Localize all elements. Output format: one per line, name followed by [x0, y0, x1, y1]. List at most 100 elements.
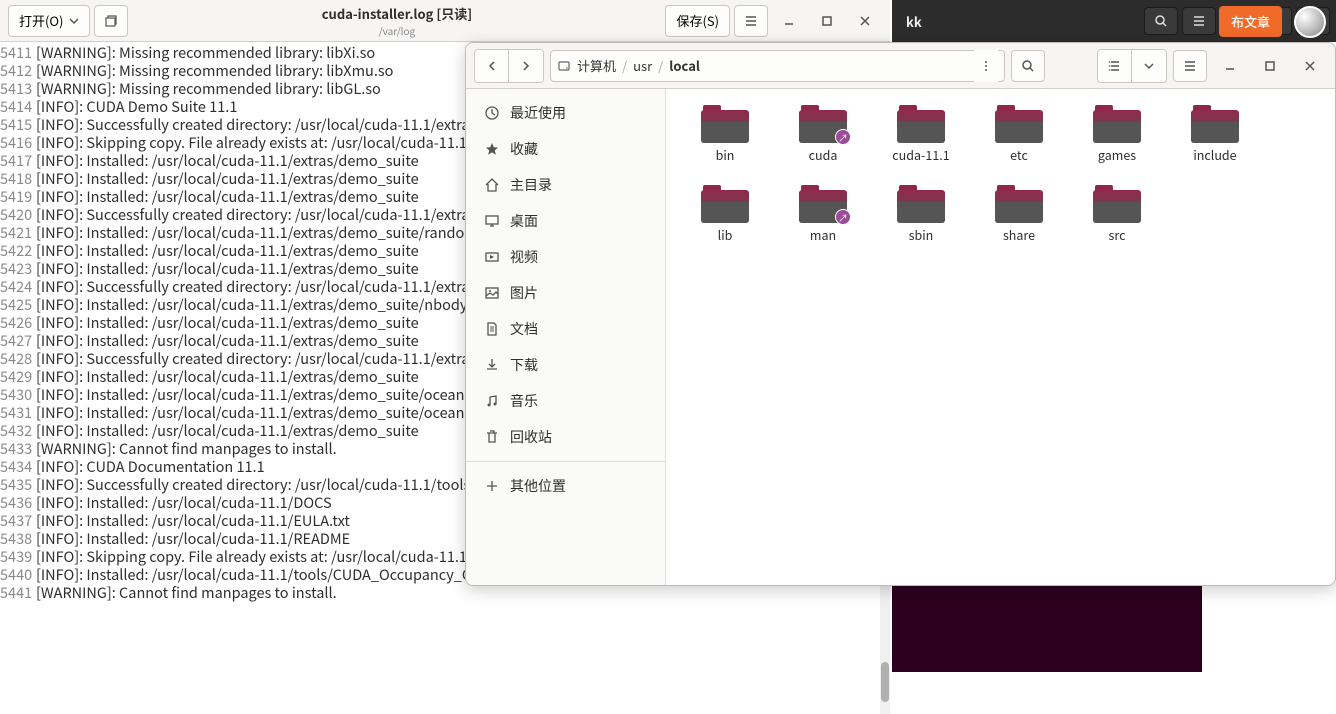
editor-subtitle: /var/log — [379, 23, 416, 38]
path-bar[interactable]: 计算机 / usr / local — [550, 50, 1005, 82]
chevron-right-icon — [520, 60, 532, 72]
chevron-down-icon — [69, 16, 79, 26]
disk-icon — [557, 59, 571, 73]
folder-view[interactable]: bin↗cudacuda-11.1etcgamesincludelib↗mans… — [666, 89, 1335, 585]
close-icon — [859, 15, 871, 27]
hamburger-icon — [744, 14, 758, 28]
minimize-icon — [1224, 60, 1236, 72]
filemgr-body: 最近使用收藏主目录桌面视频图片文档下载音乐回收站其他位置 bin↗cudacud… — [466, 89, 1335, 585]
sidebar-item[interactable]: 图片 — [466, 275, 665, 311]
path-separator: / — [622, 56, 627, 75]
minimize-icon — [783, 15, 795, 27]
home-icon — [484, 177, 500, 193]
symlink-badge-icon: ↗ — [835, 129, 851, 145]
folder-icon — [701, 105, 749, 143]
folder-item[interactable]: cuda-11.1 — [872, 101, 970, 181]
hamburger-icon — [1183, 59, 1197, 73]
sidebar-item-label: 收藏 — [510, 139, 538, 159]
maximize-button[interactable] — [810, 5, 844, 37]
close-icon — [1304, 60, 1316, 72]
folder-item[interactable]: lib — [676, 181, 774, 261]
open-label: 打开(O) — [19, 11, 63, 30]
minimize-button[interactable] — [772, 5, 806, 37]
folder-icon — [995, 105, 1043, 143]
sidebar-item-label: 图片 — [510, 283, 538, 303]
folder-icon: ↗ — [799, 105, 847, 143]
folder-icon — [1191, 105, 1239, 143]
editor-title-area: cuda-installer.log [只读] /var/log — [132, 4, 661, 38]
folder-item[interactable]: src — [1068, 181, 1166, 261]
line-gutter: 5411541254135414541554165417541854195420… — [0, 42, 36, 714]
sidebar-item[interactable]: 桌面 — [466, 203, 665, 239]
folder-label: share — [1003, 225, 1035, 244]
path-seg-usr[interactable]: usr — [633, 56, 652, 75]
sidebar-item[interactable]: 最近使用 — [466, 95, 665, 131]
folder-item[interactable]: bin — [676, 101, 774, 181]
dark-search-button[interactable] — [1144, 7, 1178, 35]
sidebar-item-label: 音乐 — [510, 391, 538, 411]
sidebar-item-other-locations[interactable]: 其他位置 — [466, 468, 665, 504]
save-button[interactable]: 保存(S) — [665, 5, 730, 37]
sidebar-item-label: 桌面 — [510, 211, 538, 231]
sidebar-item[interactable]: 下载 — [466, 347, 665, 383]
close-button[interactable] — [848, 5, 882, 37]
video-icon — [484, 249, 500, 265]
hamburger-menu-button[interactable] — [734, 5, 768, 37]
filemgr-close-button[interactable] — [1293, 50, 1327, 82]
sidebar-item-label: 主目录 — [510, 175, 552, 195]
new-tab-button[interactable] — [94, 5, 128, 37]
sidebar-item[interactable]: 回收站 — [466, 419, 665, 455]
view-mode-buttons — [1097, 49, 1167, 83]
sidebar-item[interactable]: 文档 — [466, 311, 665, 347]
folder-item[interactable]: sbin — [872, 181, 970, 261]
folder-label: cuda-11.1 — [892, 145, 949, 164]
sidebar-item[interactable]: 收藏 — [466, 131, 665, 167]
trash-icon — [484, 429, 500, 445]
desktop-icon — [484, 213, 500, 229]
search-button[interactable] — [1011, 50, 1045, 82]
folder-item[interactable]: ↗man — [774, 181, 872, 261]
folder-item[interactable]: ↗cuda — [774, 101, 872, 181]
publish-button[interactable]: 布文章 — [1219, 6, 1282, 37]
folder-item[interactable]: share — [970, 181, 1068, 261]
filemgr-maximize-button[interactable] — [1253, 50, 1287, 82]
folder-item[interactable]: include — [1166, 101, 1264, 181]
sidebar-item[interactable]: 主目录 — [466, 167, 665, 203]
list-view-button[interactable] — [1098, 50, 1132, 82]
search-icon — [1021, 59, 1035, 73]
document-icon — [484, 321, 500, 337]
dark-hamburger-button[interactable] — [1182, 7, 1216, 35]
folder-label: lib — [718, 225, 733, 244]
path-root[interactable]: 计算机 — [577, 56, 616, 75]
sidebar-item-label: 文档 — [510, 319, 538, 339]
folder-label: sbin — [909, 225, 934, 244]
scrollbar-thumb[interactable] — [881, 662, 889, 702]
editor-title: cuda-installer.log [只读] — [322, 4, 473, 23]
filemgr-hamburger-button[interactable] — [1173, 50, 1207, 82]
download-icon — [484, 357, 500, 373]
sidebar-item-label: 回收站 — [510, 427, 552, 447]
open-button[interactable]: 打开(O) — [8, 5, 90, 37]
nav-back-button[interactable] — [475, 50, 509, 82]
path-seg-local[interactable]: local — [669, 56, 700, 75]
symlink-badge-icon: ↗ — [835, 209, 851, 225]
music-icon — [484, 393, 500, 409]
search-icon — [1154, 14, 1168, 28]
sidebar-item-label: 下载 — [510, 355, 538, 375]
nav-forward-button[interactable] — [509, 50, 543, 82]
folder-label: src — [1109, 225, 1126, 244]
sidebar-item[interactable]: 视频 — [466, 239, 665, 275]
folder-label: cuda — [809, 145, 838, 164]
folder-icon — [701, 185, 749, 223]
sidebar-item-label: 最近使用 — [510, 103, 566, 123]
sidebar-item[interactable]: 音乐 — [466, 383, 665, 419]
avatar[interactable] — [1294, 6, 1326, 38]
sidebar-item-label: 视频 — [510, 247, 538, 267]
folder-item[interactable]: etc — [970, 101, 1068, 181]
view-dropdown-button[interactable] — [1132, 50, 1166, 82]
folder-label: include — [1193, 145, 1236, 164]
maximize-icon — [1264, 60, 1276, 72]
folder-item[interactable]: games — [1068, 101, 1166, 181]
filemgr-minimize-button[interactable] — [1213, 50, 1247, 82]
path-menu-button[interactable] — [974, 50, 998, 82]
